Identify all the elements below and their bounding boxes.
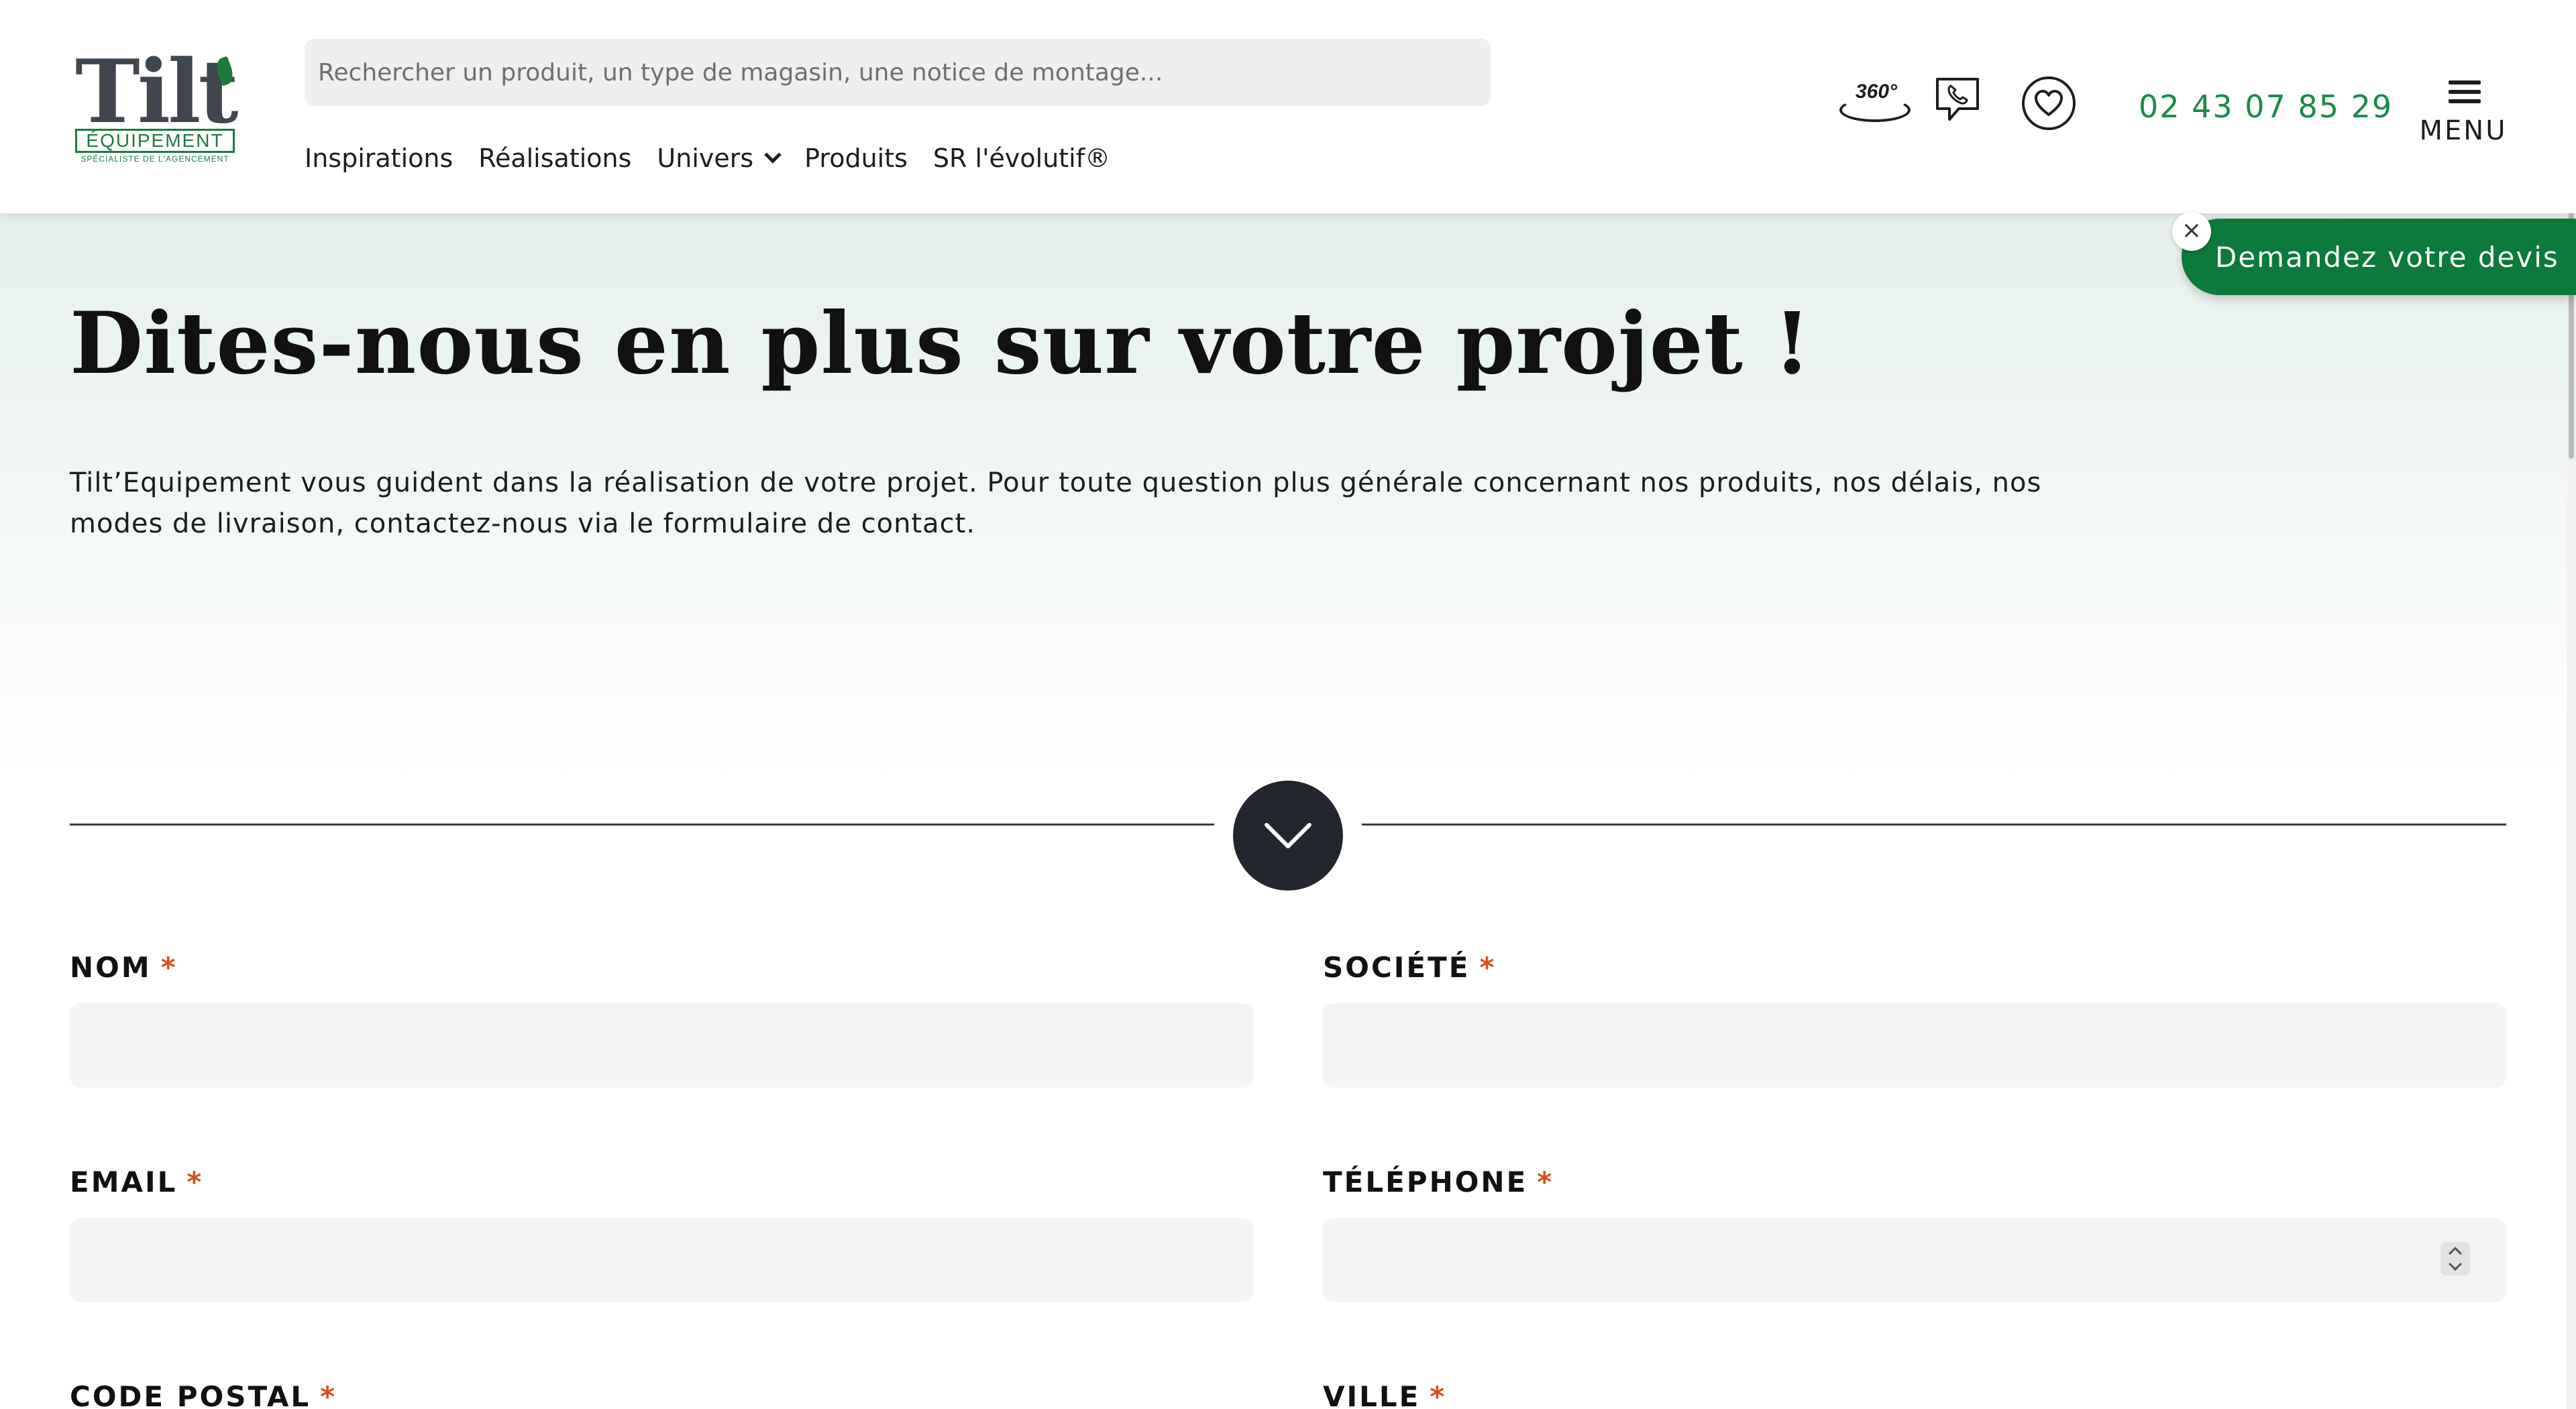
field-label-email: EMAIL * — [70, 1166, 203, 1198]
nav-label: Inspirations — [305, 144, 453, 173]
nav-item-produits[interactable]: Produits — [804, 144, 908, 173]
rotation-ring — [1839, 98, 1911, 122]
email-input[interactable] — [70, 1218, 1253, 1302]
nav-label: SR l'évolutif® — [932, 144, 1111, 173]
field-label-code-postal: CODE POSTAL * — [70, 1380, 337, 1409]
label-text: VILLE — [1323, 1380, 1421, 1409]
request-quote-label: Demandez votre devis — [2215, 240, 2559, 274]
site-header: Tilt ÉQUIPEMENT SPÉCIALISTE DE L'AGENCEM… — [0, 0, 2576, 213]
favorites-heart-icon[interactable] — [2022, 76, 2076, 130]
nav-label: Réalisations — [478, 144, 632, 173]
required-marker: * — [186, 1166, 204, 1198]
scroll-down-button[interactable] — [1233, 781, 1343, 891]
label-text: CODE POSTAL — [70, 1380, 311, 1409]
nav-label: Produits — [804, 144, 908, 173]
societe-input[interactable] — [1323, 1003, 2506, 1088]
field-label-ville: VILLE * — [1323, 1380, 1446, 1409]
divider-left — [70, 824, 1214, 826]
field-label-nom: NOM * — [70, 951, 178, 984]
menu-button[interactable]: MENU — [2419, 75, 2508, 156]
label-text: NOM — [70, 951, 152, 984]
logo-tagline: SPÉCIALISTE DE L'AGENCEMENT — [80, 154, 229, 164]
nav-label: Univers — [657, 144, 754, 173]
close-icon[interactable]: × — [2172, 212, 2211, 251]
tilt-logo[interactable]: Tilt ÉQUIPEMENT SPÉCIALISTE DE L'AGENCEM… — [75, 42, 239, 164]
virtual-tour-360-icon[interactable]: 360° — [1839, 78, 1911, 126]
spinner-down-icon — [2449, 1257, 2462, 1271]
logo-brand: ÉQUIPEMENT — [75, 129, 235, 153]
required-marker: * — [1537, 1166, 1554, 1198]
page-title: Dites-nous en plus sur votre projet ! — [70, 294, 1812, 393]
required-marker: * — [1479, 951, 1497, 984]
nom-input[interactable] — [70, 1003, 1253, 1088]
hamburger-icon — [2449, 80, 2481, 109]
required-marker: * — [320, 1380, 337, 1409]
required-marker: * — [1430, 1380, 1447, 1409]
label-text: EMAIL — [70, 1166, 178, 1198]
chevron-down-icon — [764, 146, 782, 164]
nav-item-inspirations[interactable]: Inspirations — [305, 144, 453, 173]
hero-description: Tilt’Equipement vous guident dans la réa… — [70, 467, 2042, 539]
nav-item-univers[interactable]: Univers — [657, 144, 782, 173]
phone-chat-svg — [1936, 78, 1979, 121]
chevron-down-icon — [1265, 823, 1311, 848]
phone-chat-icon[interactable] — [1932, 75, 1983, 126]
label-text: SOCIÉTÉ — [1323, 951, 1470, 984]
main-nav: Inspirations Réalisations Univers Produi… — [305, 138, 1136, 178]
menu-label: MENU — [2419, 115, 2508, 146]
nav-item-realisations[interactable]: Réalisations — [478, 144, 631, 173]
telephone-input[interactable] — [1323, 1218, 2506, 1302]
divider-right — [1362, 824, 2506, 826]
request-quote-button[interactable]: Demandez votre devis — [2182, 219, 2576, 295]
search-input[interactable] — [305, 39, 1491, 106]
label-text: TÉLÉPHONE — [1323, 1166, 1528, 1198]
field-label-telephone: TÉLÉPHONE * — [1323, 1166, 1554, 1198]
required-marker: * — [160, 951, 178, 984]
nav-item-sr-evolutif[interactable]: SR l'évolutif® — [933, 144, 1110, 173]
field-label-societe: SOCIÉTÉ * — [1323, 951, 1496, 984]
number-spinner[interactable] — [2440, 1242, 2470, 1276]
phone-number-link[interactable]: 02 43 07 85 29 — [2139, 89, 2393, 125]
logo-wordmark: Tilt — [75, 40, 239, 143]
heart-svg — [2035, 90, 2063, 116]
